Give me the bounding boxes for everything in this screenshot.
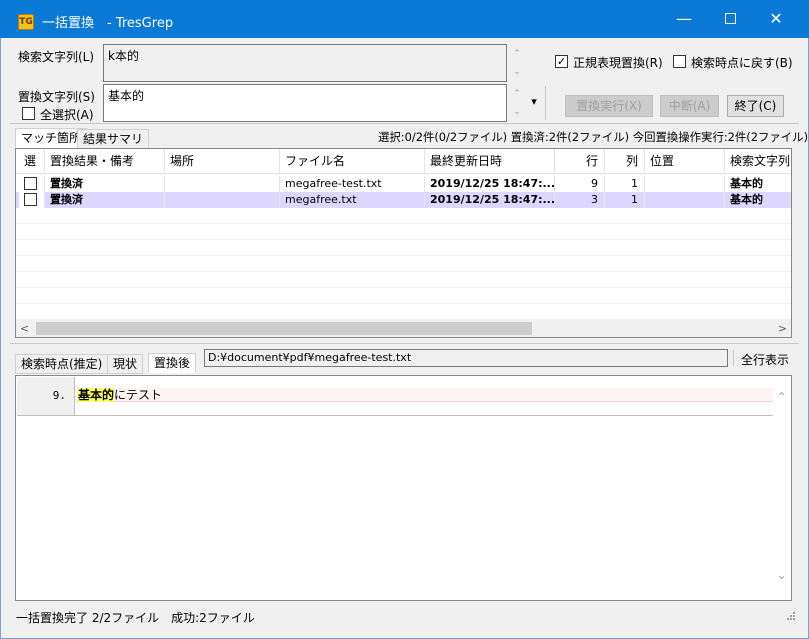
file-path-field[interactable]: D:¥document¥pdf¥megafree-test.txt <box>204 349 728 367</box>
replace-spin-up-icon[interactable]: ⌃ <box>508 86 526 102</box>
replace-spin-down-icon[interactable]: ⌄ <box>508 104 526 120</box>
place-cell <box>165 176 280 192</box>
search-spin-down-icon[interactable]: ⌄ <box>508 64 526 80</box>
empty-row <box>16 224 791 240</box>
restore-label: 検索時点に戻す(B) <box>691 56 793 70</box>
tab-search-time[interactable]: 検索時点(推定) <box>15 354 109 374</box>
scroll-left-icon[interactable]: < <box>16 320 33 337</box>
replace-history-dropdown-icon[interactable]: ▾ <box>525 94 543 110</box>
scroll-down-icon[interactable]: ⌄ <box>773 567 790 584</box>
row-checkbox[interactable] <box>24 177 37 190</box>
col-header-position[interactable]: 位置 <box>645 149 725 174</box>
tab-result-summary[interactable]: 結果サマリ <box>77 129 150 149</box>
row-select-cell <box>19 192 45 208</box>
position-cell <box>645 176 725 192</box>
tab-current[interactable]: 現状 <box>107 354 144 374</box>
modified-cell: 2019/12/25 18:47:... <box>425 192 555 208</box>
vertical-scrollbar[interactable]: ⌃ ⌄ <box>773 377 790 599</box>
close-button[interactable]: ✕ <box>753 0 799 38</box>
select-all-label: 全選択(A) <box>40 108 94 122</box>
col-header-line[interactable]: 行 <box>555 149 605 174</box>
table-header: 選 置換結果・備考 場所 ファイル名 最終更新日時 行 列 位置 検索文字列 <box>16 149 791 174</box>
col-header-search-string[interactable]: 検索文字列 <box>725 149 791 174</box>
empty-row <box>16 272 791 288</box>
col-header-modified[interactable]: 最終更新日時 <box>425 149 555 174</box>
modified-cell: 2019/12/25 18:47:... <box>425 176 555 192</box>
empty-row <box>16 208 791 224</box>
divider <box>545 86 546 120</box>
empty-row <box>16 304 791 320</box>
col-header-filename[interactable]: ファイル名 <box>280 149 425 174</box>
execute-replace-button[interactable]: 置換実行(X) <box>565 95 653 117</box>
regex-replace-label: 正規表現置換(R) <box>573 56 663 70</box>
table-row[interactable]: 置換済 megafree-test.txt 2019/12/25 18:47:.… <box>16 176 791 192</box>
search-string-cell: 基本的 <box>730 193 763 206</box>
scroll-up-icon[interactable]: ⌃ <box>773 389 790 406</box>
abort-button[interactable]: 中断(A) <box>660 95 719 117</box>
divider <box>10 123 799 124</box>
tresgrep-app-icon: TG <box>18 14 34 30</box>
regex-replace-checkbox[interactable]: ✓ <box>555 55 568 68</box>
select-all-checkbox[interactable] <box>22 107 35 120</box>
match-highlight: 基本的 <box>78 388 115 402</box>
summary-status-text: 選択:0/2件(0/2ファイル) 置換済:2件(2ファイル) 今回置換操作実行:… <box>378 130 809 144</box>
preview-line: 基本的にテスト <box>76 388 774 402</box>
status-bar: 一括置換完了 2/2ファイル 成功:2ファイル <box>0 605 809 639</box>
line-cell: 9 <box>555 176 605 192</box>
replace-string-field[interactable]: 基本的 <box>103 84 507 122</box>
col-header-result[interactable]: 置換結果・備考 <box>45 149 165 174</box>
search-string-cell: 基本的 <box>730 177 763 190</box>
divider <box>733 350 734 366</box>
preview-pane: 9. 基本的にテスト ⌃ ⌄ <box>15 375 792 601</box>
table-row[interactable]: 置換済 megafree.txt 2019/12/25 18:47:... 3 … <box>16 192 791 208</box>
position-cell <box>645 192 725 208</box>
filename-cell: megafree.txt <box>280 192 425 208</box>
line-cell: 3 <box>555 192 605 208</box>
line-number: 9. <box>17 377 75 415</box>
resize-grip-icon[interactable] <box>786 611 796 621</box>
row-checkbox[interactable] <box>24 193 37 206</box>
col-header-place[interactable]: 場所 <box>165 149 280 174</box>
scrollbar-thumb[interactable] <box>36 322 532 335</box>
empty-row <box>16 288 791 304</box>
show-all-lines-button[interactable]: 全行表示 <box>741 351 789 368</box>
search-spin-up-icon[interactable]: ⌃ <box>508 46 526 62</box>
title-bar: TG 一括置換 - TresGrep — ✕ <box>0 0 809 38</box>
result-cell: 置換済 <box>45 176 165 192</box>
scroll-right-icon[interactable]: > <box>774 320 791 337</box>
place-cell <box>165 192 280 208</box>
minimize-button[interactable]: — <box>661 0 707 38</box>
replace-string-label: 置換文字列(S) <box>18 90 95 104</box>
maximize-button[interactable] <box>707 0 753 38</box>
column-cell: 1 <box>605 192 645 208</box>
divider <box>10 343 799 344</box>
column-cell: 1 <box>605 176 645 192</box>
row-select-cell <box>19 176 45 192</box>
empty-row <box>16 256 791 272</box>
window-title: 一括置換 - TresGrep <box>42 16 174 31</box>
status-text: 一括置換完了 2/2ファイル 成功:2ファイル <box>16 611 255 625</box>
col-header-select[interactable]: 選 <box>19 149 45 174</box>
restore-checkbox[interactable] <box>673 55 686 68</box>
maximize-icon <box>724 13 736 24</box>
filename-cell: megafree-test.txt <box>280 176 425 192</box>
search-string-field[interactable]: k本的 <box>103 44 507 82</box>
exit-button[interactable]: 終了(C) <box>727 95 784 117</box>
col-header-column[interactable]: 列 <box>605 149 645 174</box>
empty-row <box>16 240 791 256</box>
divider <box>17 415 774 416</box>
tab-after-replace[interactable]: 置換後 <box>148 353 197 373</box>
horizontal-scrollbar[interactable]: < > <box>16 320 791 337</box>
preview-line-text: にテスト <box>114 388 163 402</box>
results-table: 選 置換結果・備考 場所 ファイル名 最終更新日時 行 列 位置 検索文字列 置… <box>15 148 792 338</box>
search-string-label: 検索文字列(L) <box>18 50 95 64</box>
result-cell: 置換済 <box>45 192 165 208</box>
